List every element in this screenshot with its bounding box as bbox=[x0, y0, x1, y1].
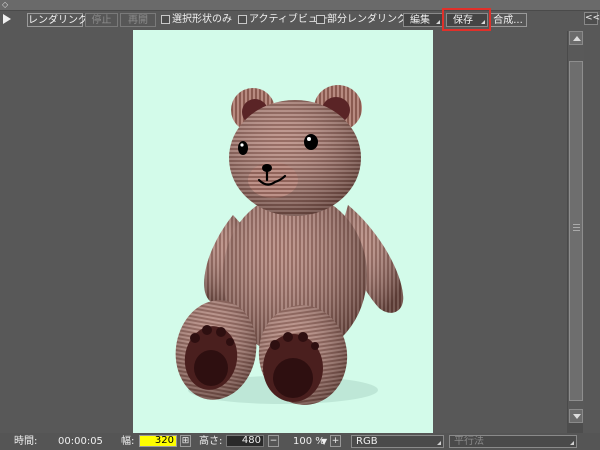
scroll-corner bbox=[567, 423, 583, 433]
render-toolbar: レンダリング 停止 再開 選択形状のみ アクティブビュー 部分レンダリング 編集… bbox=[0, 12, 600, 30]
width-label: 幅: bbox=[121, 436, 135, 447]
scrollbar-thumb[interactable] bbox=[569, 61, 583, 401]
render-canvas[interactable] bbox=[133, 30, 433, 435]
projection-select[interactable]: 平行法 bbox=[449, 435, 577, 448]
projection-value: 平行法 bbox=[454, 436, 484, 447]
color-mode-value: RGB bbox=[356, 436, 378, 447]
title-strip: ◇ bbox=[0, 0, 600, 11]
collapse-panel-button[interactable]: << bbox=[584, 12, 600, 25]
selected-shapes-checkbox[interactable] bbox=[161, 15, 170, 24]
save-highlight-box bbox=[442, 8, 491, 31]
zoom-value: 100 % bbox=[293, 436, 325, 447]
edit-menu-button[interactable]: 編集 bbox=[403, 13, 443, 27]
select-arrow-icon bbox=[570, 441, 574, 445]
menu-arrow-icon bbox=[436, 20, 440, 24]
grip-lines-icon bbox=[573, 224, 580, 232]
time-value: 00:00:05 bbox=[58, 436, 103, 447]
select-arrow-icon bbox=[437, 441, 441, 445]
zoom-out-icon[interactable]: − bbox=[268, 435, 279, 447]
edit-menu-label: 編集 bbox=[410, 15, 430, 26]
resume-button[interactable]: 再開 bbox=[120, 13, 156, 27]
time-label: 時間: bbox=[14, 436, 38, 447]
height-label: 高さ: bbox=[199, 436, 223, 447]
zoom-in-icon[interactable]: + bbox=[330, 435, 341, 447]
render-window: ◇ レンダリング 停止 再開 選択形状のみ アクティブビュー 部分レンダリング … bbox=[0, 0, 600, 450]
compose-button[interactable]: 合成... bbox=[489, 13, 527, 27]
partial-rendering-checkbox[interactable] bbox=[316, 15, 325, 24]
right-paw-pad bbox=[263, 332, 323, 402]
window-grip-icon[interactable]: ◇ bbox=[2, 0, 8, 10]
teddy-bear-render bbox=[175, 85, 404, 405]
scroll-down-icon[interactable] bbox=[569, 409, 583, 423]
zoom-dropdown-icon[interactable]: ▼ bbox=[321, 435, 327, 448]
width-field[interactable]: 320 bbox=[139, 435, 177, 447]
link-aspect-icon[interactable]: ⊞ bbox=[180, 435, 191, 447]
color-mode-select[interactable]: RGB bbox=[351, 435, 444, 448]
scroll-up-icon[interactable] bbox=[569, 31, 583, 45]
height-field[interactable]: 480 bbox=[226, 435, 264, 447]
render-button[interactable]: レンダリング bbox=[27, 13, 88, 27]
play-icon[interactable] bbox=[3, 14, 11, 24]
status-bar: 時間: 00:00:05 幅: 320 ⊞ 高さ: 480 − 100 % ▼ … bbox=[0, 433, 600, 450]
selected-shapes-label: 選択形状のみ bbox=[172, 14, 232, 25]
partial-rendering-label: 部分レンダリング bbox=[327, 14, 407, 25]
stop-button[interactable]: 停止 bbox=[85, 13, 118, 27]
active-view-checkbox[interactable] bbox=[238, 15, 247, 24]
vertical-scrollbar[interactable] bbox=[567, 31, 584, 423]
